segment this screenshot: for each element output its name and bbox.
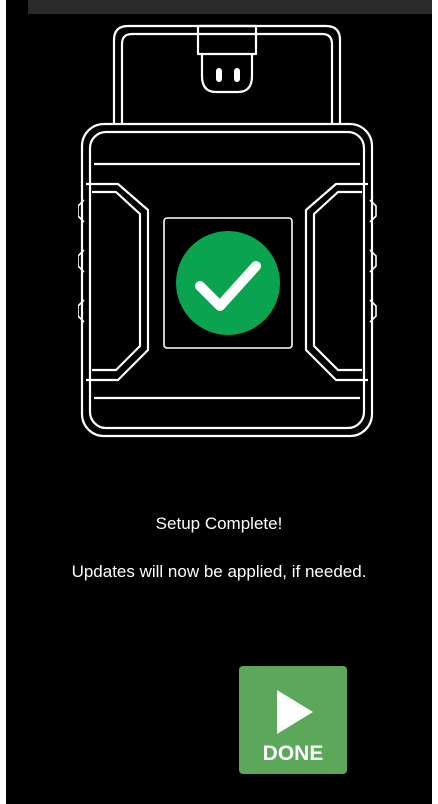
check-circle-icon: [176, 231, 280, 335]
status-message: Updates will now be applied, if needed.: [71, 562, 367, 581]
done-button[interactable]: DONE: [239, 666, 347, 774]
setup-screen: Setup Complete! Updates will now be appl…: [6, 0, 432, 804]
play-icon: [277, 690, 313, 734]
status-title: Setup Complete!: [155, 514, 283, 533]
top-bar: [28, 0, 432, 14]
obd-adapter-illustration: [78, 24, 377, 438]
done-label: DONE: [262, 742, 324, 765]
